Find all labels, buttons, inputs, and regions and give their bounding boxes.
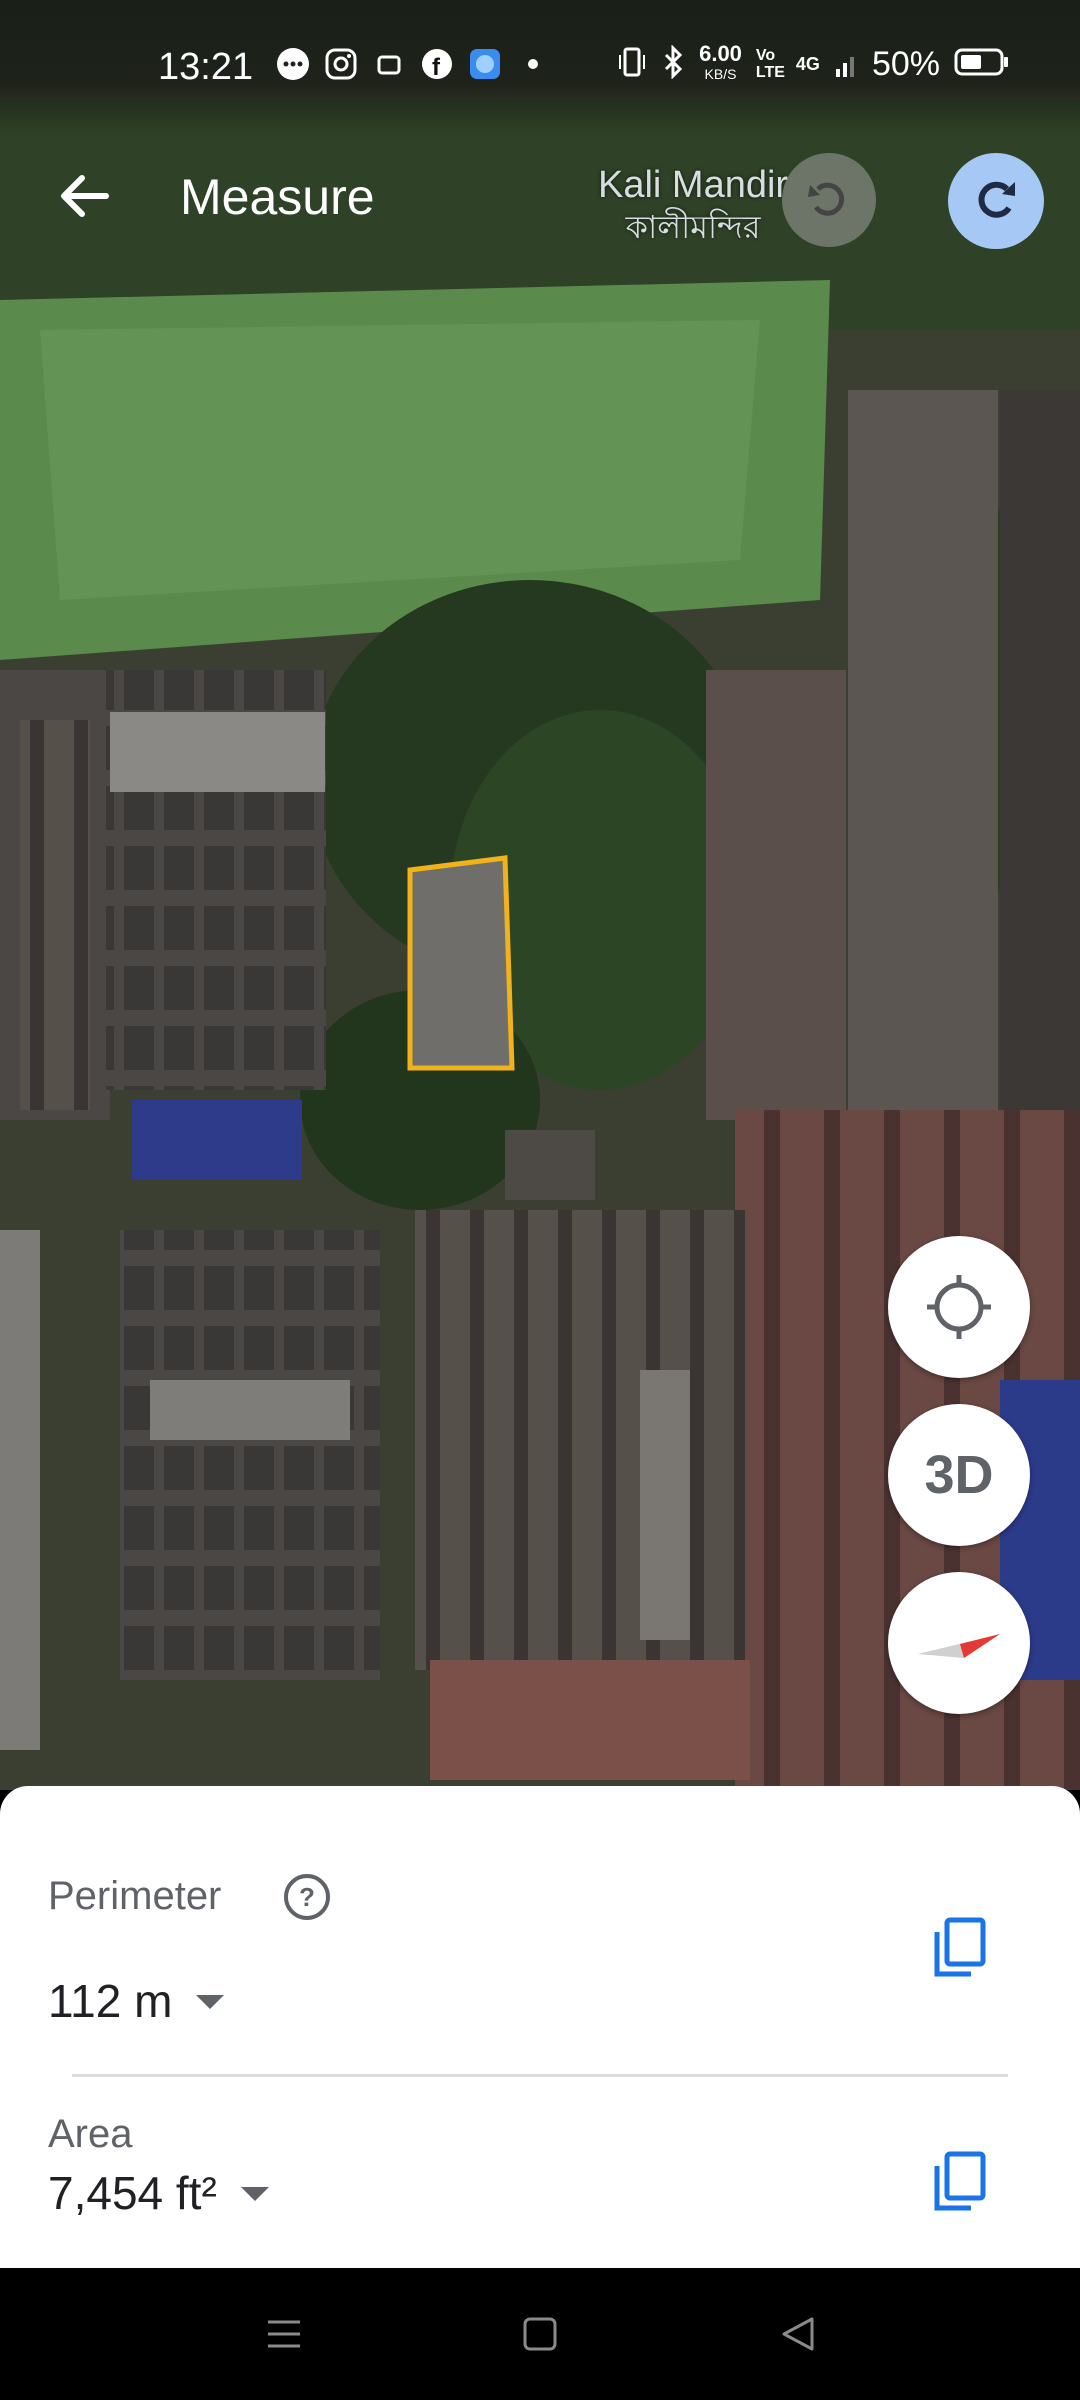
undo-icon [808, 182, 845, 216]
network-speed-value: 6.00 [699, 41, 742, 66]
3d-toggle-button[interactable]: 3D [888, 1404, 1030, 1546]
back-nav-button[interactable] [770, 2306, 826, 2362]
app-notification-icon [372, 47, 406, 81]
instagram-icon [324, 47, 358, 81]
dropdown-arrow-icon [196, 1995, 225, 2009]
square-icon [523, 2317, 557, 2351]
bluetooth-icon [661, 43, 685, 84]
copy-icon [934, 1917, 986, 1977]
redo-button[interactable] [948, 153, 1044, 249]
area-value: 7,454 ft² [48, 2167, 217, 2219]
network-speed-unit: KB/S [704, 66, 737, 82]
place-name: Kali Mandir [598, 164, 789, 206]
back-button[interactable] [48, 160, 120, 232]
crosshair-icon [927, 1275, 991, 1339]
triangle-back-icon [782, 2317, 814, 2351]
messenger-icon [468, 47, 502, 81]
signal-icon [834, 45, 858, 84]
battery-percent: 50% [871, 44, 940, 83]
svg-text:?: ? [299, 1882, 315, 1912]
divider [72, 2074, 1008, 2077]
page-title: Measure [180, 169, 375, 225]
help-icon[interactable]: ? [282, 1872, 332, 1922]
battery-icon [954, 45, 1010, 84]
system-indicators: 6.00 KB/S Vo LTE 4G 50% [617, 41, 1010, 84]
copy-perimeter-button[interactable] [924, 1908, 994, 1988]
perimeter-value: 112 m [48, 1975, 173, 2027]
map-place-label[interactable]: Kali Mandir কালীমন্দির [598, 164, 788, 248]
volte-indicator: Vo LTE [755, 47, 785, 81]
copy-icon [934, 2151, 986, 2211]
my-location-button[interactable] [888, 1236, 1030, 1378]
recents-button[interactable] [256, 2306, 312, 2362]
copy-area-button[interactable] [924, 2142, 994, 2222]
area-unit-dropdown[interactable]: 7,454 ft² [48, 2166, 271, 2220]
compass-icon [918, 1634, 1000, 1658]
perimeter-label: Perimeter [48, 1874, 222, 1918]
status-bar: 13:21 f 6.00 KB/S Vo LTE 4G 50% [0, 0, 1080, 136]
arrow-back-icon [61, 175, 109, 217]
status-time: 13:21 [158, 46, 254, 88]
network-type: 4G [795, 53, 820, 74]
messages-icon [276, 47, 310, 81]
system-nav-bar [0, 2268, 1080, 2400]
network-speed: 6.00 KB/S [699, 41, 742, 84]
place-name-local: কালীমন্দির [625, 209, 761, 245]
home-button[interactable] [512, 2306, 568, 2362]
svg-text:f: f [432, 54, 441, 81]
more-notifications-icon [516, 47, 550, 81]
perimeter-unit-dropdown[interactable]: 112 m [48, 1974, 226, 2028]
compass-button[interactable] [888, 1572, 1030, 1714]
dropdown-arrow-icon [240, 2187, 269, 2201]
undo-button[interactable] [782, 153, 876, 247]
menu-icon [268, 2320, 300, 2348]
facebook-icon: f [420, 47, 454, 81]
notification-icons: f [276, 47, 550, 81]
area-label: Area [48, 2112, 133, 2156]
vibrate-icon [617, 45, 647, 84]
redo-icon [978, 181, 1015, 218]
